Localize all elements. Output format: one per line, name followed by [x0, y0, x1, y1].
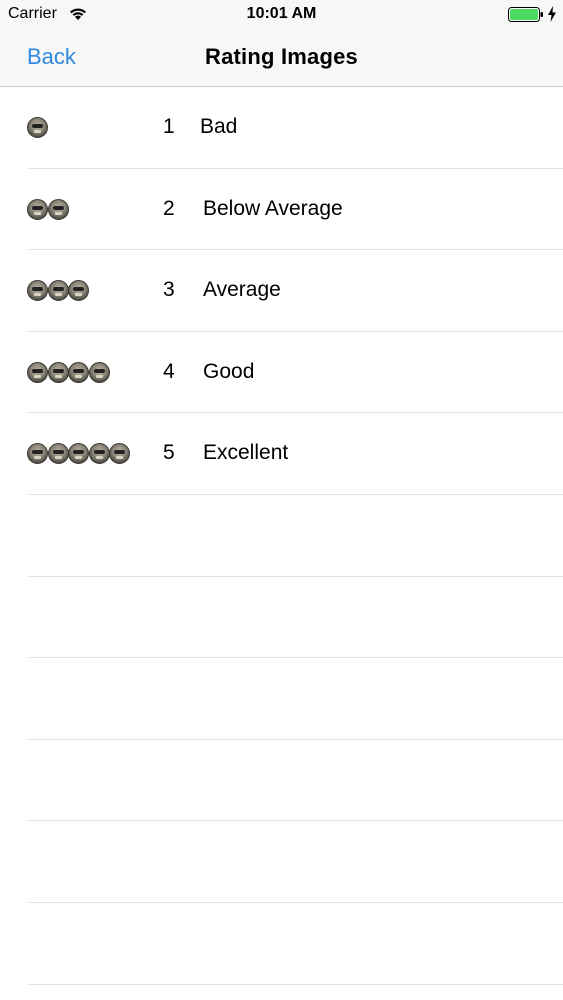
rating-label: Below Average	[203, 196, 343, 220]
table-row[interactable]: 4 Good	[0, 332, 563, 414]
coin-face-icon	[47, 280, 69, 302]
table-row[interactable]: 2 Below Average	[0, 169, 563, 251]
coin-face-icon	[27, 117, 48, 138]
rating-icons	[27, 117, 48, 138]
rating-number: 5	[163, 441, 175, 465]
status-time: 10:01 AM	[246, 5, 317, 22]
coin-face-icon	[68, 280, 89, 302]
status-bar: Carrier 10:01 AM	[0, 0, 563, 30]
coin-face-icon	[68, 361, 89, 383]
empty-row	[0, 577, 563, 659]
rating-number: 3	[163, 278, 175, 302]
coin-face-icon	[47, 443, 69, 465]
empty-row	[0, 495, 563, 577]
navigation-bar: Back Rating Images	[0, 30, 563, 87]
battery-icon	[508, 7, 543, 22]
empty-row	[0, 658, 563, 740]
rating-number: 2	[163, 196, 175, 220]
coin-face-icon	[27, 198, 48, 220]
coin-face-icon	[47, 198, 69, 220]
rating-table[interactable]: 1 Bad 2 Below Average 3 Average 4 Good 5…	[0, 87, 563, 1000]
charging-bolt-icon	[548, 6, 556, 22]
rating-label: Excellent	[203, 441, 289, 465]
rating-label: Good	[203, 359, 255, 383]
rating-label: Bad	[200, 115, 238, 138]
rating-label: Average	[203, 278, 281, 302]
table-row[interactable]: 3 Average	[0, 250, 563, 332]
page-title: Rating Images	[205, 44, 358, 69]
coin-face-icon	[88, 443, 110, 465]
coin-face-icon	[88, 361, 110, 383]
empty-row	[0, 821, 563, 903]
empty-row	[0, 903, 563, 985]
coin-face-icon	[27, 361, 48, 383]
rating-number: 1	[163, 115, 175, 138]
coin-face-icon	[68, 443, 89, 465]
table-row[interactable]: 5 Excellent	[0, 413, 563, 495]
rating-icons	[27, 198, 69, 220]
empty-row	[0, 740, 563, 822]
coin-face-icon	[27, 443, 48, 465]
rating-icons	[27, 361, 110, 383]
coin-face-icon	[109, 443, 130, 465]
rating-icons	[27, 280, 89, 302]
rating-number: 4	[163, 359, 175, 383]
coin-face-icon	[47, 361, 69, 383]
rating-icons	[27, 443, 130, 465]
coin-face-icon	[27, 280, 48, 302]
table-row[interactable]: 1 Bad	[0, 87, 563, 169]
